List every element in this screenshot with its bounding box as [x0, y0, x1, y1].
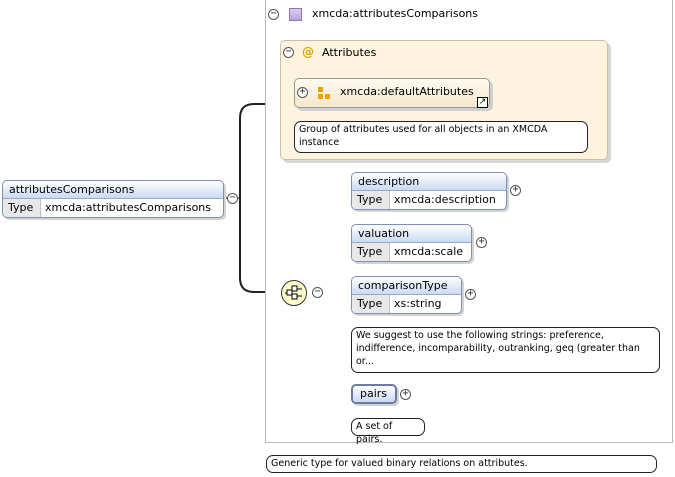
attribute-at-icon: @: [302, 45, 314, 59]
collapse-root-toggle[interactable]: −: [227, 193, 238, 204]
collapse-attributes-toggle[interactable]: −: [283, 47, 294, 58]
element-valuation-type-value: xmcda:scale: [394, 245, 464, 258]
expand-pairs-toggle[interactable]: +: [400, 389, 411, 400]
attribute-group-annotation: Group of attributes used for all objects…: [294, 121, 588, 153]
collapse-sequence-toggle[interactable]: −: [312, 287, 323, 298]
element-comparison-type-type-key: Type: [352, 295, 390, 313]
element-comparison-type[interactable]: comparisonType Type xs:string: [351, 276, 462, 314]
element-description-type-value: xmcda:description: [394, 193, 496, 206]
sequence-icon[interactable]: [281, 280, 307, 306]
root-element-name: attributesComparisons: [3, 181, 223, 199]
complex-type-icon: [289, 8, 302, 21]
root-element[interactable]: attributesComparisons Type xmcda:attribu…: [2, 180, 224, 218]
element-description[interactable]: description Type xmcda:description: [351, 172, 507, 210]
element-pairs[interactable]: pairs: [351, 384, 397, 404]
expand-description-toggle[interactable]: +: [510, 185, 521, 196]
element-description-name: description: [352, 173, 506, 191]
complex-type-annotation: Generic type for valued binary relations…: [266, 455, 657, 473]
element-valuation-name: valuation: [352, 225, 471, 243]
element-valuation-type-key: Type: [352, 243, 390, 261]
expand-attribute-group-toggle[interactable]: +: [297, 87, 308, 98]
comparison-type-annotation: We suggest to use the following strings:…: [351, 327, 660, 373]
complex-type-name: xmcda:attributesComparisons: [312, 7, 479, 20]
link-arrow-icon[interactable]: ↗: [477, 97, 488, 108]
element-valuation[interactable]: valuation Type xmcda:scale: [351, 224, 472, 262]
element-comparison-type-type-value: xs:string: [394, 297, 442, 310]
pairs-annotation: A set of pairs.: [351, 418, 425, 445]
element-description-type-key: Type: [352, 191, 390, 209]
attribute-group-ref-name: xmcda:defaultAttributes: [340, 85, 474, 98]
root-type-value: xmcda:attributesComparisons: [45, 201, 212, 214]
attribute-group-icon: [318, 87, 330, 99]
element-comparison-type-name: comparisonType: [352, 277, 461, 295]
attributes-group-title: Attributes: [322, 46, 377, 59]
expand-comparison-type-toggle[interactable]: +: [465, 289, 476, 300]
expand-valuation-toggle[interactable]: +: [476, 237, 487, 248]
collapse-type-toggle[interactable]: −: [268, 9, 279, 20]
root-type-key: Type: [3, 199, 41, 217]
element-pairs-name: pairs: [353, 386, 395, 402]
